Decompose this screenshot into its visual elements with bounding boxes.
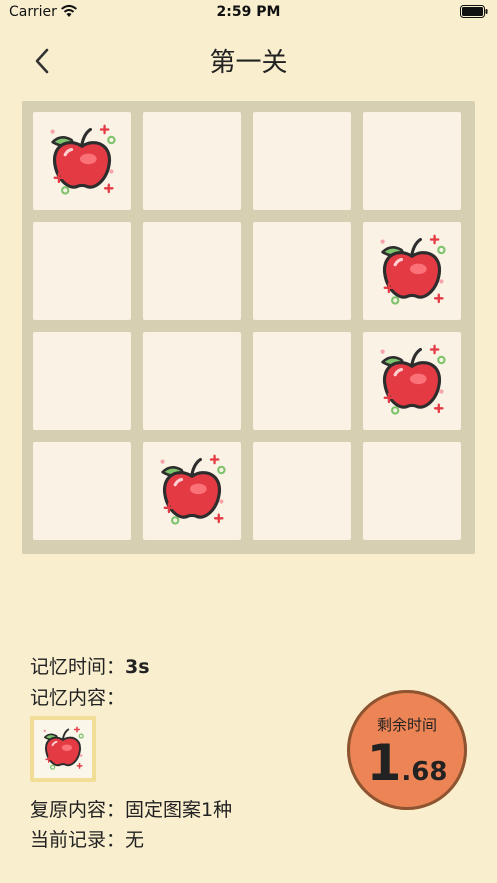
restore-content-value: 固定图案1种 xyxy=(125,799,233,821)
apple-icon xyxy=(50,124,116,195)
board-cell[interactable] xyxy=(253,442,351,540)
memory-time-label: 记忆时间： xyxy=(30,656,126,678)
countdown-timer: 剩余时间 1.68 xyxy=(347,690,467,810)
nav-bar: 第一关 xyxy=(0,34,497,88)
board-cell[interactable] xyxy=(33,442,131,540)
memory-content-row: 记忆内容： xyxy=(30,683,125,710)
status-clock: 2:59 PM xyxy=(216,4,281,20)
apple-icon xyxy=(43,726,84,770)
board-cell[interactable] xyxy=(143,442,241,540)
current-record-row: 当前记录：无 xyxy=(30,825,144,852)
memory-time-value: 3s xyxy=(125,656,150,678)
current-record-label: 当前记录： xyxy=(30,829,126,851)
status-bar: Carrier 2:59 PM xyxy=(0,0,497,26)
board-cell[interactable] xyxy=(363,112,461,210)
board-cell[interactable] xyxy=(363,332,461,430)
timer-label: 剩余时间 xyxy=(376,716,437,734)
memory-time-row: 记忆时间：3s xyxy=(30,652,150,679)
board-cell[interactable] xyxy=(253,112,351,210)
timer-value: 1.68 xyxy=(347,734,467,792)
game-board xyxy=(22,101,475,554)
restore-content-label: 复原内容： xyxy=(30,799,126,821)
memory-content-label: 记忆内容： xyxy=(30,687,126,709)
battery-icon xyxy=(460,5,488,18)
restore-content-row: 复原内容：固定图案1种 xyxy=(30,795,232,822)
timer-value-int: 1 xyxy=(366,734,402,792)
board-cell[interactable] xyxy=(143,332,241,430)
memory-content-apple xyxy=(34,720,92,778)
timer-value-frac: .68 xyxy=(401,757,448,787)
board-cell[interactable] xyxy=(253,222,351,320)
current-record-value: 无 xyxy=(125,829,145,851)
apple-icon xyxy=(380,234,446,305)
board-cell[interactable] xyxy=(143,112,241,210)
board-cell[interactable] xyxy=(253,332,351,430)
board-cell[interactable] xyxy=(33,332,131,430)
board-cell[interactable] xyxy=(33,222,131,320)
board-cell[interactable] xyxy=(33,112,131,210)
board-cell[interactable] xyxy=(363,222,461,320)
apple-icon xyxy=(380,344,446,415)
board-cell[interactable] xyxy=(363,442,461,540)
page-title: 第一关 xyxy=(209,48,288,78)
board-cell[interactable] xyxy=(143,222,241,320)
memory-content-thumbnail xyxy=(30,716,96,782)
apple-icon xyxy=(160,454,226,525)
